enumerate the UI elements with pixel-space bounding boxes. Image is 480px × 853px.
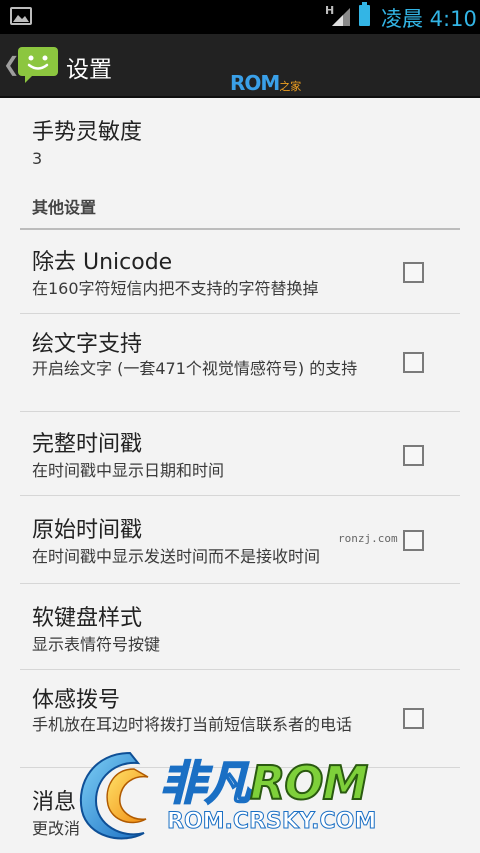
watermark-url: ROM.CRSKY.COM [166, 809, 377, 835]
settings-list: 手势灵敏度 3 其他设置 除去 Unicode 在160字符短信内把不支持的字符… [0, 98, 480, 853]
checkbox[interactable] [403, 530, 424, 551]
pref-summary: 开启绘文字 (一套471个视觉情感符号) 的支持 [32, 359, 358, 378]
pref-summary: 3 [32, 149, 43, 168]
pref-summary: 在时间戳中显示日期和时间 [32, 461, 225, 480]
screen: H 凌晨 4:10 ❮ 设置 ROM之家 手势灵敏度 3 其他设置 除去 Uni… [0, 0, 480, 853]
checkbox[interactable] [403, 708, 424, 729]
pref-title: 手势灵敏度 [32, 120, 143, 145]
status-bar: H 凌晨 4:10 [0, 0, 480, 34]
pref-title: 软键盘样式 [32, 606, 143, 631]
watermark-brand: 非凡ROM [159, 755, 369, 811]
pref-strip-unicode[interactable]: 除去 Unicode 在160字符短信内把不支持的字符替换掉 [20, 228, 460, 314]
pref-summary: 手机放在耳边时将拨打当前短信联系者的电话 [32, 715, 353, 734]
pref-gesture-sensitivity[interactable]: 手势灵敏度 3 [20, 98, 460, 184]
page-title: 设置 [66, 57, 112, 83]
checkbox[interactable] [403, 262, 424, 283]
checkbox[interactable] [403, 352, 424, 373]
pref-title: 体感拨号 [32, 688, 121, 713]
pref-summary: 在时间戳中显示发送时间而不是接收时间 [32, 547, 321, 566]
status-clock: 凌晨 4:10 [381, 7, 477, 31]
category-label: 其他设置 [32, 198, 97, 217]
swirl-logo-icon [79, 751, 149, 840]
feifan-rom-watermark: 非凡ROM ROM.CRSKY.COM [72, 745, 422, 845]
pref-title: 除去 Unicode [32, 250, 173, 275]
battery-icon [359, 2, 370, 26]
category-header-other-settings: 其他设置 [20, 194, 460, 230]
pref-summary: 在160字符短信内把不支持的字符替换掉 [32, 279, 319, 298]
pref-title: 原始时间戳 [32, 518, 143, 543]
signal-icon [332, 8, 350, 26]
pref-keyboard-style[interactable]: 软键盘样式 显示表情符号按键 [20, 584, 460, 670]
action-bar: ❮ 设置 ROM之家 [0, 34, 480, 98]
pref-full-timestamp[interactable]: 完整时间戳 在时间戳中显示日期和时间 [20, 412, 460, 496]
pref-title: 完整时间戳 [32, 432, 143, 457]
picture-icon [10, 7, 32, 25]
pref-title: 消息 [32, 790, 77, 815]
pref-emoji-support[interactable]: 绘文字支持 开启绘文字 (一套471个视觉情感符号) 的支持 [20, 314, 460, 412]
checkbox[interactable] [403, 445, 424, 466]
rom-watermark-logo: ROM之家 [230, 71, 302, 95]
pref-title: 绘文字支持 [32, 332, 143, 357]
pref-summary: 显示表情符号按键 [32, 635, 161, 654]
messaging-app-icon[interactable] [17, 46, 59, 84]
watermark-text: ronzj.com [338, 532, 398, 545]
